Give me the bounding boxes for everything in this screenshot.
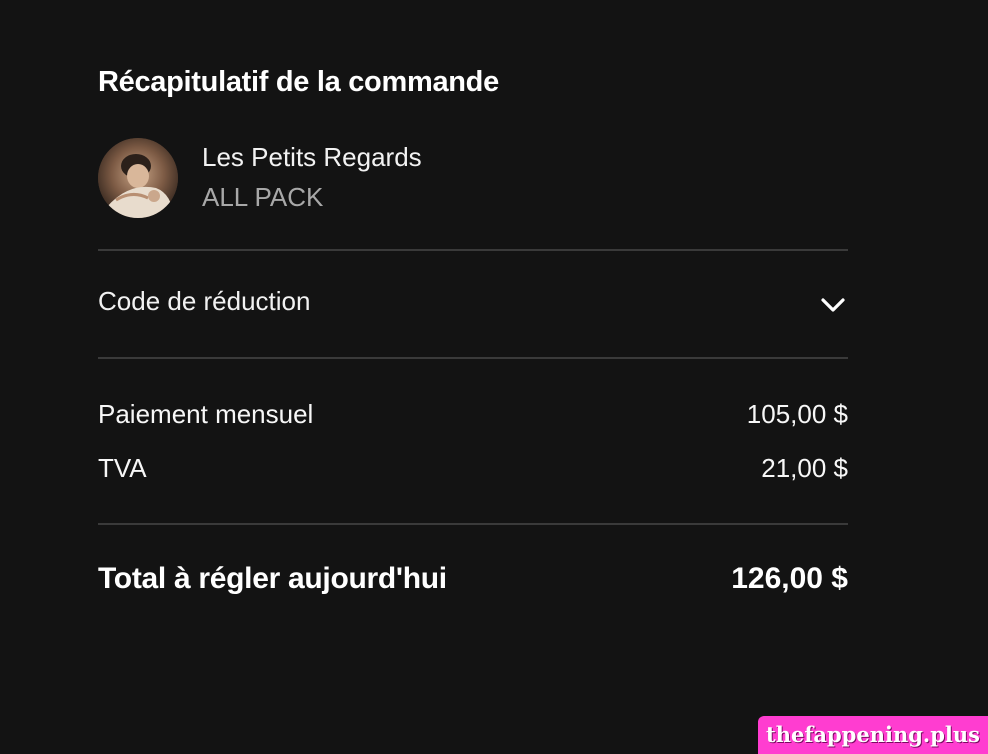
total-due-today: Total à régler aujourd'hui 126,00 $ (98, 562, 848, 602)
divider (98, 523, 848, 525)
watermark: thefappening.plus (758, 716, 988, 754)
creator-info: Les Petits Regards ALL PACK (98, 138, 848, 220)
creator-avatar (98, 138, 178, 218)
line-item-monthly-payment: Paiement mensuel 105,00 $ (98, 399, 848, 433)
line-item-value: 105,00 $ (746, 399, 848, 429)
creator-plan: ALL PACK (202, 182, 324, 212)
line-item-label: Paiement mensuel (98, 399, 314, 429)
total-label: Total à régler aujourd'hui (98, 562, 447, 595)
avatar-photo (98, 138, 178, 218)
discount-code-toggle[interactable]: Code de réduction (98, 272, 848, 336)
divider (98, 249, 848, 251)
divider (98, 357, 848, 359)
line-item-tax: TVA 21,00 $ (98, 453, 848, 487)
discount-code-label: Code de réduction (98, 286, 311, 316)
creator-name: Les Petits Regards (202, 142, 422, 172)
order-summary-title: Récapitulatif de la commande (98, 66, 499, 98)
line-item-label: TVA (98, 453, 147, 483)
chevron-down-icon[interactable] (820, 292, 846, 318)
line-item-value: 21,00 $ (761, 453, 848, 483)
total-value: 126,00 $ (731, 562, 848, 595)
